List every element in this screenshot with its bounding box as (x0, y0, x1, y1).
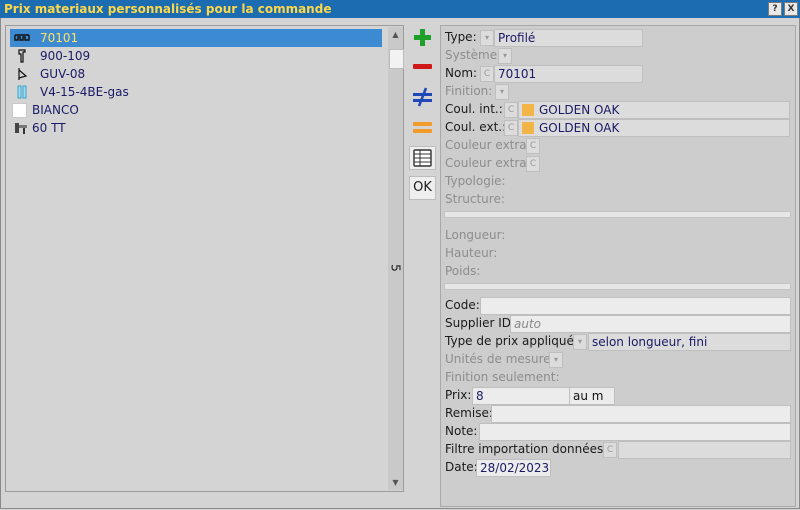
weight-label: Poids: (445, 264, 481, 278)
code-input[interactable] (480, 297, 791, 315)
price-type-dropdown-icon[interactable]: ▾ (573, 334, 587, 350)
minus-icon (413, 64, 432, 69)
length-label: Longueur: (445, 228, 506, 242)
separator (444, 211, 791, 218)
table-icon (413, 149, 432, 167)
table-button[interactable] (409, 146, 436, 170)
price-label: Prix: (445, 388, 472, 402)
profile-section-icon (18, 49, 26, 63)
note-label: Note: (445, 424, 478, 438)
finish-label: Finition: (445, 84, 493, 98)
list-item[interactable]: 900-109 (10, 47, 382, 65)
equal-icon (413, 122, 432, 133)
date-input[interactable]: 28/02/2023 (476, 459, 551, 477)
profile-icon (14, 34, 30, 41)
price-input[interactable]: 8 (472, 387, 571, 405)
help-button[interactable]: ? (768, 2, 782, 16)
extra-color2-label: Couleur extra: (445, 156, 531, 170)
list-scrollbar[interactable]: ▲ 5 ▼ (388, 27, 404, 490)
separator (444, 283, 791, 290)
int-color-c-button[interactable]: C (504, 102, 518, 118)
list-item[interactable]: GUV-08 (10, 65, 382, 83)
color-white-icon (12, 103, 27, 118)
price-type-value[interactable]: selon longueur, fini (588, 333, 791, 351)
name-label: Nom: (445, 66, 478, 80)
code-label: Code: (445, 298, 480, 312)
typology-label: Typologie: (445, 174, 506, 188)
name-c-button[interactable]: C (480, 66, 494, 82)
import-filter-value[interactable] (618, 441, 791, 459)
discount-input[interactable] (491, 405, 791, 423)
finish-only-label: Finition seulement: (445, 370, 560, 384)
type-value[interactable]: Profilé (494, 29, 643, 47)
list-item[interactable]: BIANCO (10, 101, 382, 119)
remove-button[interactable] (409, 55, 436, 79)
material-list[interactable]: 70101 900-109 GUV-08 V4-15-4BE-gas BIANC… (5, 25, 404, 492)
units-dropdown-icon[interactable]: ▾ (549, 352, 563, 368)
not-equal-button[interactable] (409, 85, 436, 109)
hardware-icon (15, 123, 27, 134)
scroll-down-arrow-icon[interactable]: ▼ (388, 475, 403, 490)
type-label: Type: (445, 30, 477, 44)
supplier-input[interactable]: auto (510, 315, 791, 333)
price-type-label: Type de prix appliqué: (445, 334, 578, 348)
supplier-label: Supplier ID: (445, 316, 516, 330)
not-equal-icon (413, 87, 432, 107)
structure-label: Structure: (445, 192, 505, 206)
add-button[interactable] (409, 25, 436, 49)
window-title: Prix materiaux personnalisés pour la com… (4, 2, 332, 16)
glass-icon (17, 85, 27, 99)
height-label: Hauteur: (445, 246, 498, 260)
extra-color1-label: Couleur extra: (445, 138, 531, 152)
close-button[interactable]: X (784, 2, 798, 16)
finish-dropdown-icon[interactable]: ▾ (495, 84, 509, 100)
list-item[interactable]: 70101 (10, 29, 382, 47)
ext-color-swatch (522, 122, 534, 134)
name-value[interactable]: 70101 (494, 65, 643, 83)
ext-color-c-button[interactable]: C (504, 120, 518, 136)
title-bar: Prix materiaux personnalisés pour la com… (0, 0, 800, 18)
discount-label: Remise: (445, 406, 493, 420)
system-dropdown-icon[interactable]: ▾ (498, 48, 512, 64)
extra-color2-c-button[interactable]: C (526, 156, 540, 172)
int-color-value[interactable]: GOLDEN OAK (518, 101, 790, 119)
import-filter-c-button[interactable]: C (603, 442, 617, 458)
price-unit[interactable]: au m (569, 387, 615, 405)
equal-button[interactable] (409, 115, 436, 139)
import-filter-label: Filtre importation données: (445, 442, 608, 456)
scroll-thumb[interactable] (389, 49, 404, 69)
units-label: Unités de mesure: (445, 352, 555, 366)
scroll-up-arrow-icon[interactable]: ▲ (388, 27, 403, 42)
int-color-swatch (522, 104, 534, 116)
list-item[interactable]: V4-15-4BE-gas (10, 83, 382, 101)
item-count: 5 (388, 264, 403, 272)
type-dropdown-icon[interactable]: ▾ (480, 30, 494, 46)
ext-color-label: Coul. ext.: (445, 120, 507, 134)
ext-color-value[interactable]: GOLDEN OAK (518, 119, 790, 137)
system-label: Système: (445, 48, 502, 62)
gasket-icon (18, 68, 28, 80)
plus-icon (414, 29, 431, 46)
extra-color1-c-button[interactable]: C (526, 138, 540, 154)
ok-button[interactable]: OK (409, 176, 436, 200)
note-input[interactable] (479, 423, 791, 441)
date-label: Date: (445, 460, 478, 474)
list-item[interactable]: 60 TT (10, 119, 382, 137)
int-color-label: Coul. int.: (445, 102, 503, 116)
